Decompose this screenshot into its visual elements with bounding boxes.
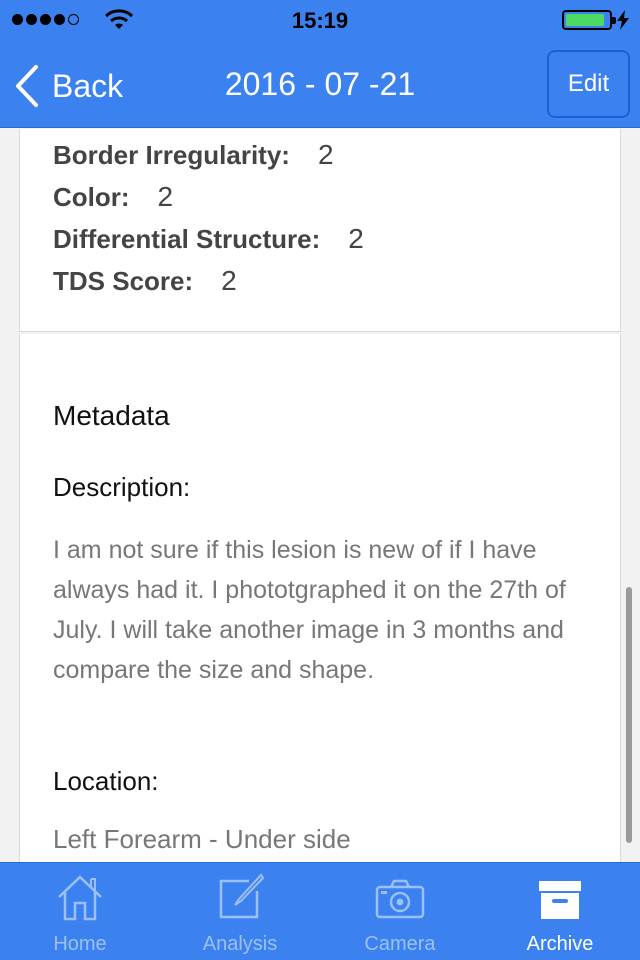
tab-camera[interactable]: Camera [320,863,480,960]
camera-icon [375,879,425,919]
tab-label: Camera [364,933,436,955]
page-title: 2016 - 07 -21 [224,66,416,102]
score-value: 2 [348,223,364,254]
scores-card: Border Irregularity: 2 Color: 2 Differenti… [19,129,621,332]
score-row: TDS Score: 2 [53,265,237,297]
tab-label: Analysis [202,933,278,955]
charging-icon [617,10,629,30]
description-label: Description: [53,472,191,502]
status-time: 15:19 [291,8,349,33]
edit-icon [219,873,265,919]
location-text: Left Forearm - Under side [53,824,351,854]
tab-analysis[interactable]: Analysis [160,863,320,960]
score-label: TDS Score: [53,266,194,296]
tab-label: Home [53,933,107,955]
score-label: Border Irregularity: [53,140,290,170]
navigation-bar: Back 2016 - 07 -21 Edit [0,40,640,128]
tab-archive[interactable]: Archive [480,863,640,960]
tab-home[interactable]: Home [0,863,160,960]
archive-icon [539,881,581,919]
location-label: Location: [53,766,159,796]
description-text: I am not sure if this lesion is new of i… [53,536,566,684]
home-icon [58,875,102,921]
metadata-heading: Metadata [53,400,170,431]
status-bar: 15:19 [0,0,640,40]
score-row: Differential Structure: 2 [53,223,364,255]
score-value: 2 [157,181,174,212]
scrollbar[interactable] [626,587,632,843]
score-row: Color: 2 [53,181,173,213]
score-label: Differential Structure: [53,224,321,254]
tab-bar: Home Analysis Camera Archive [0,862,640,960]
battery-icon [562,10,616,30]
score-value: 2 [317,139,334,170]
score-label: Color: [53,182,130,212]
metadata-card: Metadata Description: I am not sure if t… [19,334,621,862]
edit-button[interactable]: Edit [547,50,630,118]
score-value: 2 [221,265,237,296]
scroll-content[interactable]: Border Irregularity: 2 Color: 2 Differenti… [0,129,640,862]
tab-label: Archive [526,933,594,955]
score-row: Border Irregularity: 2 [53,139,334,171]
